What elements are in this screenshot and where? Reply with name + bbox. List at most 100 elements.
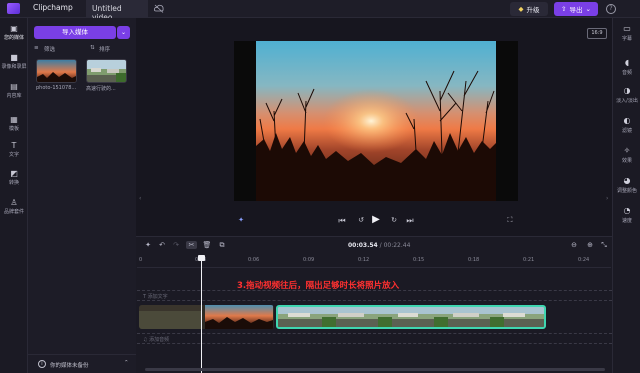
sort-button[interactable]: 排序 <box>99 45 110 53</box>
import-media-button[interactable]: 导入媒体 <box>34 26 116 39</box>
camera-icon: ■ <box>10 53 18 62</box>
fade-icon: ◑ <box>623 86 631 95</box>
magic-edit-icon[interactable]: ✦ <box>236 216 246 224</box>
clipchamp-logo-icon <box>7 3 20 14</box>
playhead-handle[interactable] <box>198 255 205 261</box>
media-icon: ▣ <box>10 24 18 33</box>
rewind-5s-icon[interactable]: ↺ <box>356 216 366 224</box>
filter-sort-row: ≡ 筛选 ⇅ 排序 <box>34 45 132 54</box>
captions-icon: ▭ <box>623 24 631 33</box>
zoom-in-icon[interactable]: ⊕ <box>585 241 595 249</box>
speed-icon: ◔ <box>623 206 631 215</box>
rail-item-adjust-color[interactable]: ◕ 调整颜色 <box>613 176 640 194</box>
rail-item-label: 您的媒体 <box>3 35 24 41</box>
timeline-ruler[interactable] <box>137 256 611 268</box>
timeline-scrollbar[interactable] <box>145 368 605 371</box>
clip-filmstrip <box>139 305 274 329</box>
timeline-clip-sunset-photo[interactable] <box>139 305 274 329</box>
video-preview-image <box>256 41 496 201</box>
rail-item-text[interactable]: T 文字 <box>0 141 28 158</box>
app-name: Clipchamp <box>33 3 73 12</box>
audio-icon: ◖ <box>624 58 630 67</box>
rail-item-your-media[interactable]: ▣ 您的媒体 <box>0 24 28 41</box>
filter-icon: ◐ <box>623 116 631 125</box>
export-button[interactable]: ⇧ 导出 ⌄ <box>554 2 598 16</box>
rail-item-brand-kit[interactable]: ♙ 品牌套件 <box>0 198 28 215</box>
highway-thumbnail-image <box>87 60 126 82</box>
sort-icon: ⇅ <box>90 45 95 51</box>
tick-label: 0:18 <box>468 257 480 263</box>
brand-icon: ♙ <box>10 198 18 207</box>
collapse-left-panel-icon[interactable]: ‹ <box>139 195 141 202</box>
rail-item-record[interactable]: ■ 录像和录屏 <box>0 53 28 70</box>
text-track[interactable]: T 添加文字 <box>137 290 612 301</box>
total-time: / 00:22.44 <box>379 242 411 249</box>
rail-item-templates[interactable]: ▦ 模板 <box>0 115 28 132</box>
skip-to-end-icon[interactable]: ⏭ <box>405 216 415 226</box>
rail-item-captions[interactable]: ▭ 字幕 <box>613 24 640 42</box>
tick-label: 0:12 <box>358 257 370 263</box>
tick-label: 0:06 <box>248 257 260 263</box>
fullscreen-icon[interactable]: ⛶ <box>505 216 515 225</box>
document-title-tab[interactable]: Untitled video <box>86 0 148 22</box>
clip-filmstrip <box>278 307 544 327</box>
undo-icon[interactable]: ↶ <box>157 241 167 249</box>
library-icon: ▤ <box>10 82 18 91</box>
rail-item-label: 内容库 <box>6 93 22 99</box>
play-button[interactable]: ▶ <box>371 214 381 225</box>
tick-label: 0:24 <box>578 257 590 263</box>
rail-item-label: 模板 <box>8 126 19 132</box>
backup-notice-text: 你的媒体未备份 <box>50 363 89 369</box>
sunset-preview-image <box>256 41 496 201</box>
chevron-down-icon: ⌄ <box>120 29 127 36</box>
audio-track[interactable]: ♫ 添加音频 <box>137 333 612 344</box>
current-time: 00:03.54 <box>348 242 378 249</box>
rail-item-effects[interactable]: ✧ 效果 <box>613 146 640 164</box>
diamond-icon: ◆ <box>518 5 524 13</box>
rail-item-label: 音频 <box>621 70 632 76</box>
skip-to-start-icon[interactable]: ⏮ <box>337 216 347 226</box>
chevron-down-icon: ⌄ <box>585 5 591 13</box>
filter-icon: ≡ <box>34 45 39 51</box>
collapse-right-panel-icon[interactable]: › <box>606 195 608 202</box>
rail-item-library[interactable]: ▤ 内容库 <box>0 82 28 99</box>
info-icon: i <box>38 360 46 368</box>
redo-icon[interactable]: ↷ <box>171 241 181 249</box>
media-thumbnail-highway-video[interactable] <box>86 59 127 83</box>
color-icon: ◕ <box>623 176 631 185</box>
import-dropdown-button[interactable]: ⌄ <box>117 26 130 39</box>
media-thumbnail-sunset-photo[interactable] <box>36 59 77 83</box>
zoom-out-icon[interactable]: ⊖ <box>569 241 579 249</box>
upgrade-button[interactable]: ◆ 升级 <box>510 2 548 16</box>
rail-item-label: 文字 <box>8 152 19 158</box>
rail-item-transitions[interactable]: ◩ 转换 <box>0 169 28 186</box>
delete-icon[interactable]: 🗑 <box>202 241 212 249</box>
text-icon: T <box>11 141 17 150</box>
split-scissors-icon[interactable]: ✂ <box>186 241 197 249</box>
tick-label: 0:09 <box>303 257 315 263</box>
cloud-sync-icon[interactable] <box>154 4 164 13</box>
media-backup-notice[interactable]: i 你的媒体未备份 ⌃ <box>28 354 136 373</box>
chevron-up-icon: ⌃ <box>124 360 129 366</box>
rail-item-audio[interactable]: ◖ 音频 <box>613 58 640 76</box>
rail-item-fade[interactable]: ◑ 淡入/淡出 <box>613 86 640 104</box>
upgrade-label: 升级 <box>526 6 540 14</box>
filter-button[interactable]: 筛选 <box>44 45 55 53</box>
tick-label: 0 <box>139 257 143 263</box>
rail-item-filters[interactable]: ◐ 滤镜 <box>613 116 640 134</box>
timeline-clip-highway-video[interactable] <box>276 305 546 329</box>
duplicate-icon[interactable]: ⧉ <box>217 241 227 250</box>
transition-icon: ◩ <box>10 169 18 178</box>
magic-tool-icon[interactable]: ✦ <box>143 241 153 249</box>
help-icon[interactable]: ? <box>606 4 616 14</box>
sunset-thumbnail-image <box>37 60 76 82</box>
playhead-line <box>201 258 202 373</box>
forward-5s-icon[interactable]: ↻ <box>389 216 399 224</box>
rail-item-label: 字幕 <box>621 36 632 42</box>
fit-timeline-icon[interactable]: ⤡ <box>599 241 609 250</box>
aspect-ratio-button[interactable]: 16:9 <box>587 28 607 39</box>
rail-item-label: 品牌套件 <box>3 209 24 215</box>
rail-item-speed[interactable]: ◔ 速度 <box>613 206 640 224</box>
left-navigation-rail: ▣ 您的媒体 ■ 录像和录屏 ▤ 内容库 ▦ 模板 T 文字 ◩ 转换 ♙ 品牌… <box>0 18 28 373</box>
rail-item-label: 滤镜 <box>621 128 632 134</box>
